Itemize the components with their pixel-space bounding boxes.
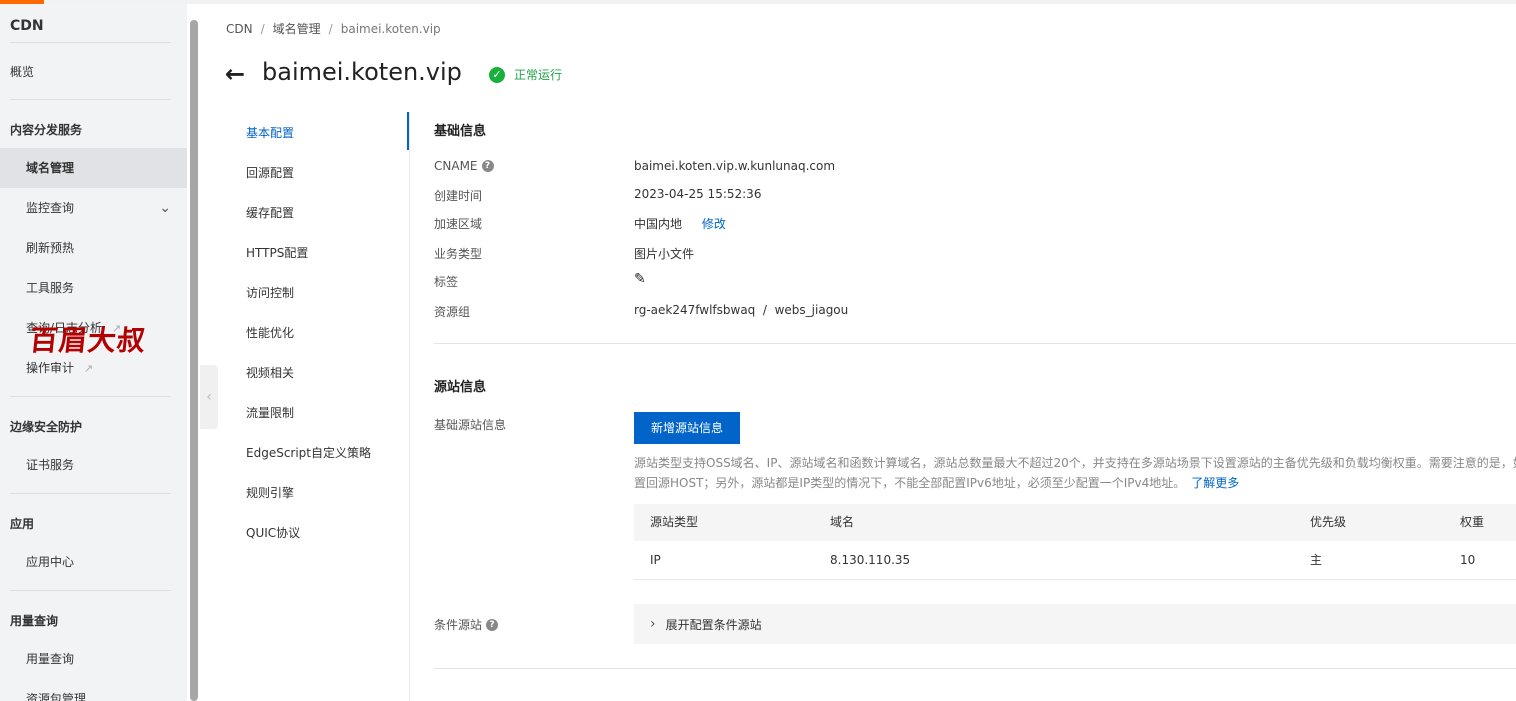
biz-type-value: 图片小文件 bbox=[634, 247, 695, 261]
origin-info-title: 源站信息 bbox=[434, 380, 487, 395]
config-nav-edgescript[interactable]: EdgeScript自定义策略 bbox=[246, 433, 371, 473]
table-header: 源站类型 域名 优先级 权重 bbox=[634, 504, 1516, 541]
sidebar-item-label: 操作审计 bbox=[26, 361, 75, 375]
help-icon[interactable]: ? bbox=[486, 618, 499, 631]
table-cell: 主 bbox=[1310, 553, 1323, 567]
expand-conditional-origin-label: 展开配置条件源站 bbox=[665, 617, 762, 632]
sidebar-divider bbox=[10, 590, 171, 591]
conditional-origin-label-text: 条件源站 bbox=[434, 618, 483, 632]
origin-description-line1: 源站类型支持OSS域名、IP、源站域名和函数计算域名，源站总数量最大不超过20个… bbox=[634, 456, 1516, 470]
config-nav-rules[interactable]: 规则引擎 bbox=[246, 473, 294, 513]
conditional-origin-label: 条件源站 ? bbox=[434, 616, 499, 633]
back-arrow-icon[interactable]: ← bbox=[225, 60, 245, 88]
origin-description-line2: 置回源HOST；另外，源站都是IP类型的情况下，不能全部配置IPv6地址，必须至… bbox=[634, 473, 1516, 493]
config-nav-origin[interactable]: 回源配置 bbox=[246, 153, 294, 193]
column-header: 优先级 bbox=[1310, 515, 1347, 529]
scrollbar-thumb[interactable] bbox=[190, 20, 198, 701]
resource-group-value: rg-aek247fwlfsbwaq / webs_jiagou bbox=[634, 303, 849, 317]
help-icon[interactable]: ? bbox=[481, 160, 494, 172]
chevron-left-icon: ‹ bbox=[206, 389, 212, 405]
resource-group-label: 资源组 bbox=[434, 305, 471, 319]
config-nav-basic[interactable]: 基本配置 bbox=[246, 113, 294, 153]
check-circle-icon: ✓ bbox=[489, 66, 505, 83]
sidebar-item-refresh[interactable]: 刷新预热 bbox=[0, 228, 187, 268]
region-value: 中国内地 bbox=[634, 217, 683, 231]
breadcrumb-separator: / bbox=[328, 22, 333, 36]
sidebar-group-edge: 边缘安全防护 bbox=[10, 420, 83, 434]
config-nav-cache[interactable]: 缓存配置 bbox=[246, 193, 294, 233]
column-header: 权重 bbox=[1460, 515, 1485, 529]
sidebar-item-appcenter[interactable]: 应用中心 bbox=[0, 542, 187, 582]
breadcrumb-current: baimei.koten.vip bbox=[340, 22, 441, 36]
config-nav-access[interactable]: 访问控制 bbox=[246, 273, 294, 313]
cname-label: CNAME ? bbox=[434, 159, 494, 173]
sidebar-group-content: 内容分发服务 bbox=[10, 123, 83, 137]
origin-description: 源站类型支持OSS域名、IP、源站域名和函数计算域名，源站总数量最大不超过20个… bbox=[634, 453, 1516, 493]
sidebar-item-label: 监控查询 bbox=[26, 201, 75, 215]
cname-value: baimei.koten.vip.w.kunlunaq.com bbox=[634, 159, 836, 173]
expand-conditional-origin[interactable]: › 展开配置条件源站 bbox=[634, 604, 1516, 644]
table-cell: IP bbox=[650, 553, 661, 567]
sidebar-item-usagequery[interactable]: 用量查询 bbox=[0, 639, 187, 679]
sidebar-divider bbox=[10, 493, 171, 494]
table-row: IP 8.130.110.35 主 10 bbox=[634, 541, 1516, 580]
table-cell: 10 bbox=[1460, 553, 1476, 567]
config-nav: 基本配置 回源配置 缓存配置 HTTPS配置 访问控制 性能优化 视频相关 流量… bbox=[226, 112, 410, 701]
chevron-down-icon: ⌄ bbox=[159, 200, 171, 216]
sidebar-group-usage: 用量查询 bbox=[10, 614, 59, 628]
config-nav-https[interactable]: HTTPS配置 bbox=[246, 233, 308, 273]
sidebar-group-apps: 应用 bbox=[10, 517, 35, 531]
breadcrumb-separator: / bbox=[260, 22, 265, 36]
config-nav-active-indicator bbox=[407, 112, 409, 150]
tags-label: 标签 bbox=[434, 275, 459, 289]
config-nav-quic[interactable]: QUIC协议 bbox=[246, 513, 300, 553]
page-title: baimei.koten.vip bbox=[262, 58, 462, 86]
pencil-icon: ✎ bbox=[634, 271, 646, 287]
sidebar-divider bbox=[10, 99, 171, 100]
sidebar-item-tools[interactable]: 工具服务 bbox=[0, 268, 187, 308]
sidebar-title: CDN bbox=[10, 18, 44, 34]
breadcrumb-root[interactable]: CDN bbox=[226, 22, 253, 36]
config-nav-video[interactable]: 视频相关 bbox=[246, 353, 294, 393]
sidebar-item-cert[interactable]: 证书服务 bbox=[0, 445, 187, 485]
origin-description-line2-text: 置回源HOST；另外，源站都是IP类型的情况下，不能全部配置IPv6地址，必须至… bbox=[634, 476, 1186, 490]
cname-label-text: CNAME bbox=[434, 159, 478, 173]
breadcrumb: CDN / 域名管理 / baimei.koten.vip bbox=[226, 20, 441, 37]
biz-type-label: 业务类型 bbox=[434, 247, 483, 261]
table-cell: 8.130.110.35 bbox=[830, 553, 911, 567]
edit-region-link[interactable]: 修改 bbox=[702, 217, 726, 231]
breadcrumb-mid[interactable]: 域名管理 bbox=[273, 22, 321, 36]
sidebar-item-domain[interactable]: 域名管理 bbox=[0, 148, 187, 188]
column-header: 域名 bbox=[830, 515, 855, 529]
sidebar-item-monitor[interactable]: 监控查询 ⌄ bbox=[0, 188, 187, 228]
region-label: 加速区域 bbox=[434, 217, 483, 231]
chevron-right-icon: › bbox=[650, 616, 656, 632]
basic-info-title: 基础信息 bbox=[434, 124, 487, 139]
collapse-sidebar-button[interactable]: ‹ bbox=[200, 365, 218, 429]
learn-more-link[interactable]: 了解更多 bbox=[1191, 476, 1239, 490]
config-nav-traffic[interactable]: 流量限制 bbox=[246, 393, 294, 433]
sidebar-item-resource[interactable]: 资源包管理 bbox=[0, 679, 187, 701]
top-bar bbox=[0, 0, 1516, 4]
edit-tags-button[interactable]: ✎ bbox=[634, 271, 646, 287]
watermark-logo: 百眉大叔 bbox=[28, 324, 148, 357]
status-text: 正常运行 bbox=[514, 68, 563, 82]
status-badge: ✓ 正常运行 bbox=[489, 66, 562, 83]
section-divider bbox=[434, 343, 1516, 344]
sidebar-divider bbox=[10, 42, 171, 43]
region-value-row: 中国内地 修改 bbox=[634, 215, 726, 232]
section-divider bbox=[434, 668, 1516, 669]
column-header: 源站类型 bbox=[650, 515, 699, 529]
basic-origin-label: 基础源站信息 bbox=[434, 418, 507, 432]
sidebar-item-overview[interactable]: 概览 bbox=[0, 52, 187, 92]
add-origin-button[interactable]: 新增源站信息 bbox=[634, 412, 740, 444]
created-value: 2023-04-25 15:52:36 bbox=[634, 187, 762, 201]
sidebar: CDN 概览 内容分发服务 域名管理 监控查询 ⌄ 刷新预热 工具服务 查询/日… bbox=[0, 4, 187, 701]
created-label: 创建时间 bbox=[434, 189, 483, 203]
sidebar-divider bbox=[10, 396, 171, 397]
config-nav-performance[interactable]: 性能优化 bbox=[246, 313, 294, 353]
sidebar-scrollbar[interactable] bbox=[188, 14, 200, 701]
